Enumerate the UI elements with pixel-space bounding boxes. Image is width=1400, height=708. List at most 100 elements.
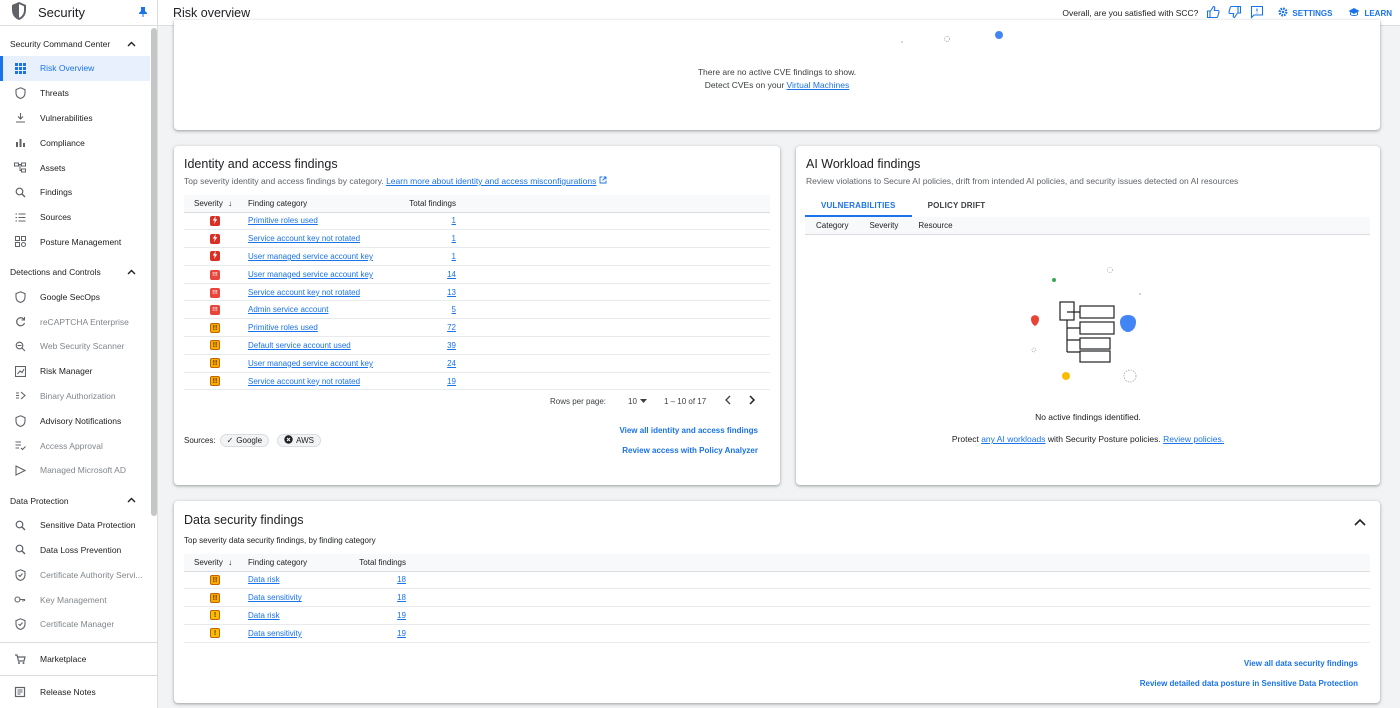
total-cell: 39 bbox=[388, 336, 456, 355]
tab-policy-drift[interactable]: POLICY DRIFT bbox=[912, 196, 1002, 217]
total-findings-link[interactable]: 14 bbox=[447, 270, 456, 279]
sidebar-item[interactable]: Findings bbox=[0, 180, 150, 205]
chevron-up-icon bbox=[127, 496, 136, 505]
virtual-machines-link[interactable]: Virtual Machines bbox=[787, 80, 850, 90]
sidebar-item[interactable]: Google SecOps bbox=[0, 284, 150, 309]
review-policies-link[interactable]: Review policies. bbox=[1163, 434, 1224, 444]
sidebar-item[interactable]: Managed Microsoft AD bbox=[0, 458, 150, 483]
sidebar-item[interactable]: Risk Overview bbox=[0, 56, 150, 81]
total-findings-link[interactable]: 19 bbox=[447, 377, 456, 386]
source-chip-google[interactable]: ✓ Google bbox=[219, 434, 270, 447]
sidebar-item[interactable]: Secret Manager bbox=[0, 637, 150, 640]
finding-category-link[interactable]: Data sensitivity bbox=[248, 593, 302, 602]
pin-icon[interactable] bbox=[138, 6, 148, 21]
total-cell: 1 bbox=[388, 229, 456, 249]
tab-vulnerabilities[interactable]: VULNERABILITIES bbox=[805, 196, 912, 217]
thumbs-up-icon[interactable] bbox=[1206, 5, 1221, 21]
source-chip-aws[interactable]: AWS bbox=[277, 434, 322, 447]
finding-category-link[interactable]: Data risk bbox=[248, 575, 280, 584]
previous-page-icon[interactable] bbox=[724, 395, 732, 407]
ai-tabs: VULNERABILITIES POLICY DRIFT bbox=[805, 196, 1370, 218]
identity-access-card: Identity and access findings Top severit… bbox=[174, 146, 780, 485]
finding-category-link[interactable]: Admin service account bbox=[248, 305, 328, 314]
total-findings-link[interactable]: 5 bbox=[452, 305, 456, 314]
finding-category-link[interactable]: User managed service account key bbox=[248, 252, 373, 261]
rows-per-page-select[interactable]: 10 bbox=[628, 397, 647, 406]
total-findings-link[interactable]: 24 bbox=[447, 359, 456, 368]
feedback-icon[interactable] bbox=[1250, 5, 1264, 21]
review-data-posture-link[interactable]: Review detailed data posture in Sensitiv… bbox=[1140, 679, 1358, 688]
sidebar-section-header[interactable]: Data Protection bbox=[0, 489, 150, 513]
category-cell: Service account key not rotated bbox=[248, 229, 388, 249]
high-severity-icon: !!! bbox=[210, 269, 220, 280]
total-findings-link[interactable]: 39 bbox=[447, 341, 456, 350]
sidebar-item[interactable]: Vulnerabilities bbox=[0, 106, 150, 131]
sidebar-item[interactable]: Binary Authorization bbox=[0, 384, 150, 409]
arrow-down-icon: ↓ bbox=[228, 198, 233, 208]
finding-category-link[interactable]: Data risk bbox=[248, 611, 280, 620]
finding-category-link[interactable]: User managed service account key bbox=[248, 270, 373, 279]
sidebar-section-header[interactable]: Detections and Controls bbox=[0, 260, 150, 284]
finding-category-link[interactable]: User managed service account key bbox=[248, 359, 373, 368]
grid-icon bbox=[14, 62, 26, 74]
sidebar-item[interactable]: Key Management bbox=[0, 587, 150, 612]
severity-column-header[interactable]: Severity ↓ bbox=[184, 195, 248, 213]
key-icon bbox=[14, 594, 26, 606]
sidebar-item-marketplace[interactable]: Marketplace bbox=[0, 643, 157, 675]
open-in-new-icon[interactable] bbox=[599, 176, 607, 186]
collapse-icon[interactable] bbox=[1354, 515, 1366, 529]
spacer-cell bbox=[406, 588, 1370, 608]
total-findings-link[interactable]: 19 bbox=[397, 611, 406, 620]
check-icon: ✓ bbox=[226, 436, 234, 445]
security-shield-icon bbox=[10, 1, 28, 24]
total-findings-link[interactable]: 19 bbox=[397, 629, 406, 638]
total-cell: 19 bbox=[348, 624, 406, 643]
learn-button[interactable]: LEARN bbox=[1348, 7, 1392, 19]
total-findings-link[interactable]: 72 bbox=[447, 323, 456, 332]
sidebar-item[interactable]: Access Approval bbox=[0, 433, 150, 458]
page-title: Risk overview bbox=[173, 5, 251, 20]
sidebar-item-release-notes[interactable]: Release Notes bbox=[0, 676, 157, 708]
sidebar-section-header[interactable]: Security Command Center bbox=[0, 32, 150, 56]
sidebar-item[interactable]: Certificate Authority Servi... bbox=[0, 562, 150, 587]
sidebar-item[interactable]: Threats bbox=[0, 81, 150, 106]
sidebar-item[interactable]: Posture Management bbox=[0, 230, 150, 255]
total-findings-link[interactable]: 18 bbox=[397, 575, 406, 584]
sidebar-item[interactable]: Sources bbox=[0, 205, 150, 230]
view-all-data-link[interactable]: View all data security findings bbox=[1244, 659, 1358, 668]
sidebar-item[interactable]: Certificate Manager bbox=[0, 612, 150, 637]
next-page-icon[interactable] bbox=[748, 395, 756, 407]
severity-column-header[interactable]: Severity ↓ bbox=[184, 554, 248, 572]
finding-category-link[interactable]: Default service account used bbox=[248, 341, 351, 350]
sidebar-item[interactable]: Data Loss Prevention bbox=[0, 538, 150, 563]
sidebar-item[interactable]: Advisory Notifications bbox=[0, 408, 150, 433]
category-cell: Data risk bbox=[248, 571, 348, 590]
total-findings-link[interactable]: 1 bbox=[452, 252, 456, 261]
sidebar-scrollbar[interactable] bbox=[151, 28, 157, 516]
view-all-iam-link[interactable]: View all identity and access findings bbox=[619, 426, 758, 435]
sidebar-item[interactable]: Risk Manager bbox=[0, 359, 150, 384]
recaptcha-icon bbox=[14, 316, 26, 328]
total-findings-link[interactable]: 1 bbox=[452, 234, 456, 243]
sidebar-item[interactable]: reCAPTCHA Enterprise bbox=[0, 309, 150, 334]
finding-category-link[interactable]: Service account key not rotated bbox=[248, 377, 360, 386]
finding-category-link[interactable]: Service account key not rotated bbox=[248, 234, 360, 243]
total-findings-link[interactable]: 18 bbox=[397, 593, 406, 602]
total-findings-link[interactable]: 1 bbox=[452, 216, 456, 225]
settings-button[interactable]: SETTINGS bbox=[1278, 7, 1332, 19]
ai-workloads-link[interactable]: any AI workloads bbox=[981, 434, 1045, 444]
sidebar-item[interactable]: Assets bbox=[0, 155, 150, 180]
sidebar-item[interactable]: Web Security Scanner bbox=[0, 334, 150, 359]
sidebar-item[interactable]: Compliance bbox=[0, 130, 150, 155]
table-row: Service account key not rotated 1 bbox=[184, 229, 770, 249]
learn-more-iam-link[interactable]: Learn more about identity and access mis… bbox=[386, 176, 596, 186]
sidebar-item[interactable]: Sensitive Data Protection bbox=[0, 513, 150, 538]
finding-category-link[interactable]: Primitive roles used bbox=[248, 323, 318, 332]
total-findings-link[interactable]: 13 bbox=[447, 288, 456, 297]
finding-category-link[interactable]: Primitive roles used bbox=[248, 216, 318, 225]
high-severity-icon: !!! bbox=[210, 305, 220, 316]
review-access-link[interactable]: Review access with Policy Analyzer bbox=[622, 446, 758, 455]
finding-category-link[interactable]: Service account key not rotated bbox=[248, 288, 360, 297]
finding-category-link[interactable]: Data sensitivity bbox=[248, 629, 302, 638]
thumbs-down-icon[interactable] bbox=[1228, 5, 1242, 21]
